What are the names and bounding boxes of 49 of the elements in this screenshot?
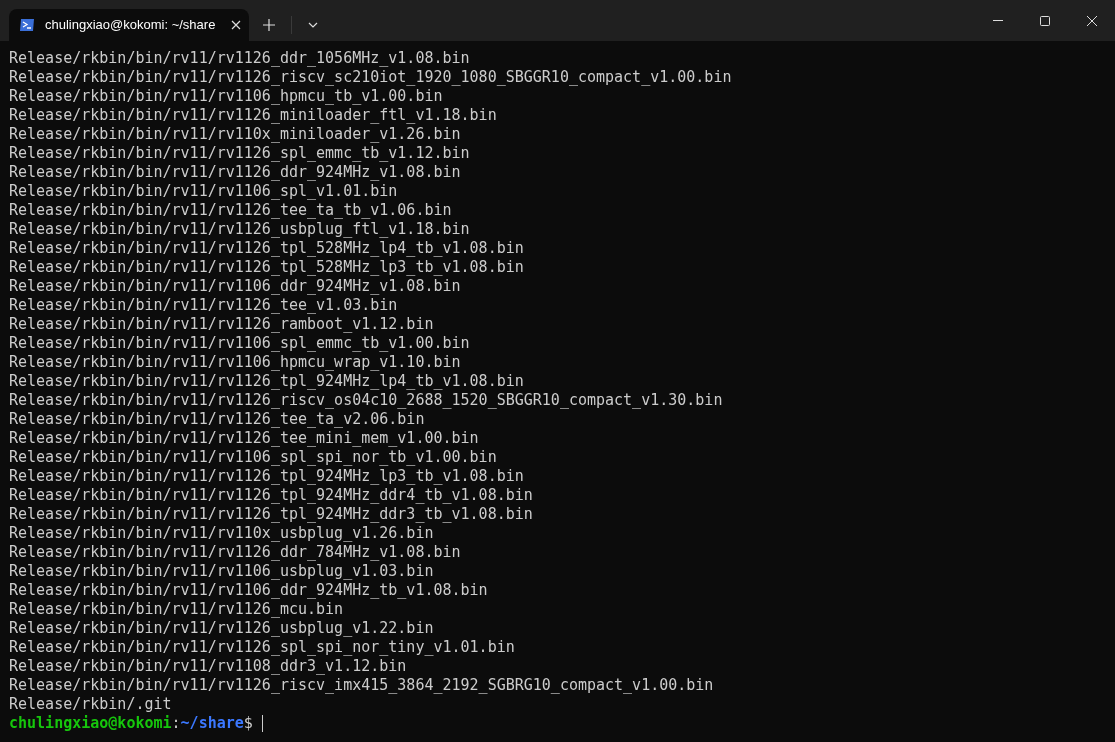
output-line: Release/rkbin/bin/rv11/rv1106_ddr_924MHz_tb_v1.08.bin [9,581,488,600]
output-line: Release/rkbin/bin/rv11/rv1126_spl_emmc_tb_v1.12.bin [9,144,470,163]
output-line: Release/rkbin/bin/rv11/rv1126_tpl_924MHz_lp3_tb_v1.08.bin [9,467,524,486]
minimize-icon [992,20,1003,21]
output-line: Release/rkbin/bin/rv11/rv1126_ddr_784MHz_v1.08.bin [9,543,461,562]
terminal-tab[interactable]: chulingxiao@kokomi: ~/share [9,9,249,41]
output-line: Release/rkbin/bin/rv11/rv1126_tee_v1.03.bin [9,296,398,315]
output-line: Release/rkbin/bin/rv11/rv1108_ddr3_v1.12.bin [9,657,407,676]
output-line: Release/rkbin/bin/rv11/rv1106_hpmcu_wrap_v1.10.bin [9,353,461,372]
terminal-icon [19,17,35,33]
output-line: Release/rkbin/bin/rv11/rv1126_ramboot_v1.12.bin [9,315,434,334]
output-line: Release/rkbin/bin/rv11/rv1126_ddr_924MHz_v1.08.bin [9,163,461,182]
tab-title: chulingxiao@kokomi: ~/share [45,16,217,35]
output-line: Release/rkbin/bin/rv11/rv1126_tpl_924MHz_lp4_tb_v1.08.bin [9,372,524,391]
chevron-down-icon[interactable] [308,22,318,28]
output-line: Release/rkbin/bin/rv11/rv1126_riscv_os04c10_2688_1520_SBGGR10_compact_v1.30.bin [9,391,723,410]
output-line: Release/rkbin/bin/rv11/rv1126_tpl_924MHz_ddr4_tb_v1.08.bin [9,486,533,505]
output-line: Release/rkbin/bin/rv11/rv1126_spl_spi_nor_tiny_v1.01.bin [9,638,515,657]
output-line: Release/rkbin/bin/rv11/rv1126_tpl_924MHz_ddr3_tb_v1.08.bin [9,505,533,524]
output-line: Release/rkbin/bin/rv11/rv1126_tpl_528MHz_lp3_tb_v1.08.bin [9,258,524,277]
output-line: Release/rkbin/bin/rv11/rv1126_riscv_imx415_3864_2192_SGBRG10_compact_v1.00.bin [9,676,714,695]
output-line: Release/rkbin/bin/rv11/rv1126_usbplug_ftl_v1.18.bin [9,220,470,239]
output-line: Release/rkbin/bin/rv11/rv1126_ddr_1056MHz_v1.08.bin [9,49,470,68]
prompt-symbol: $ [243,714,253,733]
output-line: Release/rkbin/bin/rv11/rv1126_tee_ta_v2.06.bin [9,410,425,429]
output-line: Release/rkbin/bin/rv11/rv1126_tee_ta_tb_v1.06.bin [9,201,452,220]
prompt-separator: : [171,714,181,733]
close-icon [1086,15,1097,26]
output-line: Release/rkbin/bin/rv11/rv1126_riscv_sc210iot_1920_1080_SBGGR10_compact_v1.00.bin [9,68,732,87]
output-line: Release/rkbin/bin/rv11/rv110x_usbplug_v1.26.bin [9,524,434,543]
output-line: Release/rkbin/bin/rv11/rv1126_usbplug_v1.22.bin [9,619,434,638]
output-line: Release/rkbin/bin/rv11/rv1106_spl_spi_nor_tb_v1.00.bin [9,448,497,467]
plus-icon[interactable] [263,19,275,31]
close-icon[interactable] [231,20,241,30]
output-line: Release/rkbin/bin/rv11/rv1126_mcu.bin [9,600,344,619]
output-line: Release/rkbin/bin/rv11/rv1126_miniloader_ftl_v1.18.bin [9,106,497,125]
prompt-user-host: chulingxiao@kokomi [9,714,172,733]
output-line: Release/rkbin/bin/rv11/rv1106_spl_v1.01.bin [9,182,398,201]
maximize-icon [1039,15,1050,26]
text-cursor [261,715,263,732]
output-line: Release/rkbin/bin/rv11/rv1106_hpmcu_tb_v1.00.bin [9,87,443,106]
output-line: Release/rkbin/bin/rv11/rv1106_ddr_924MHz_v1.08.bin [9,277,461,296]
output-line: Release/rkbin/bin/rv11/rv1126_tpl_528MHz_lp4_tb_v1.08.bin [9,239,524,258]
output-line: Release/rkbin/bin/rv11/rv1106_spl_emmc_tb_v1.00.bin [9,334,470,353]
output-line: Release/rkbin/.git [9,695,172,714]
output-line: Release/rkbin/bin/rv11/rv1126_tee_mini_mem_v1.00.bin [9,429,479,448]
output-line: Release/rkbin/bin/rv11/rv110x_miniloader_v1.26.bin [9,125,461,144]
prompt-path: ~/share [180,714,244,733]
output-line: Release/rkbin/bin/rv11/rv1106_usbplug_v1.03.bin [9,562,434,581]
